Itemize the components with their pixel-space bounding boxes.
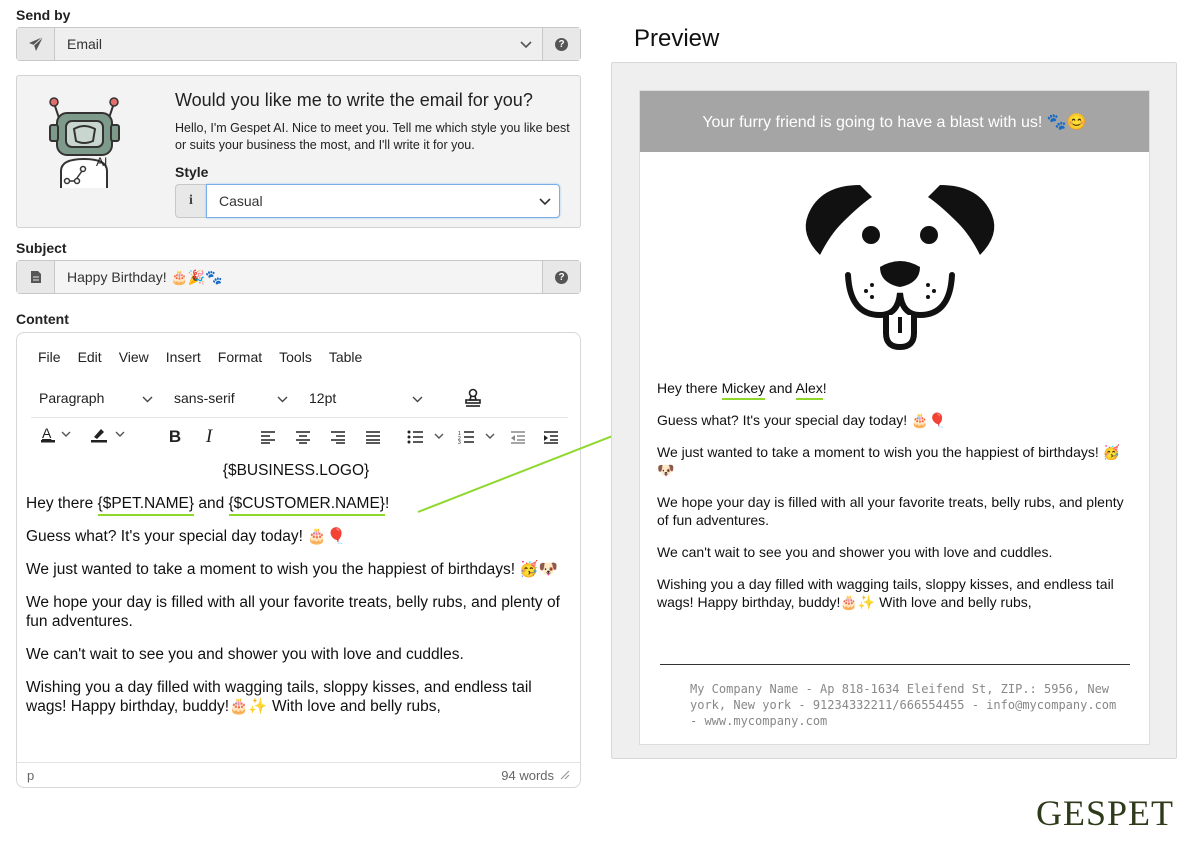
font-family-value: sans-serif <box>174 390 235 406</box>
align-justify-icon[interactable] <box>363 423 383 451</box>
menu-format[interactable]: Format <box>218 349 262 365</box>
align-center-icon[interactable] <box>293 423 313 451</box>
menu-view[interactable]: View <box>119 349 149 365</box>
preview-paragraph-4: We hope your day is filled with all your… <box>657 494 1124 528</box>
preview-paragraph-5: We can't wait to see you and shower you … <box>657 544 1053 560</box>
text-color-icon: A <box>40 425 74 449</box>
chevron-down-icon <box>520 36 532 52</box>
content-label: Content <box>16 311 69 327</box>
robot-badge: AI <box>96 155 108 169</box>
paragraph-5: We can't wait to see you and shower you … <box>26 646 464 663</box>
menu-table[interactable]: Table <box>329 349 362 365</box>
preview-customer-name: Alex <box>795 380 823 400</box>
subject-label: Subject <box>16 240 67 256</box>
menu-file[interactable]: File <box>38 349 61 365</box>
preview-greeting-prefix: Hey there <box>657 380 722 396</box>
footer-divider <box>660 664 1130 665</box>
preview-panel: Your furry friend is going to have a bla… <box>611 62 1177 759</box>
email-body: Hey there Mickey and Alex! Guess what? I… <box>657 379 1135 625</box>
chevron-down-icon <box>142 390 153 406</box>
menu-tools[interactable]: Tools <box>279 349 312 365</box>
document-icon <box>17 261 55 293</box>
style-value: Casual <box>219 193 263 209</box>
question-icon: ? <box>555 37 568 51</box>
question-icon: ? <box>555 270 568 284</box>
send-by-label: Send by <box>16 7 71 23</box>
font-family-select[interactable]: sans-serif <box>166 383 296 413</box>
svg-text:A: A <box>42 426 52 441</box>
preview-greeting-mid: and <box>765 380 796 396</box>
customer-name-variable: {$CUSTOMER.NAME} <box>228 495 385 516</box>
menu-insert[interactable]: Insert <box>166 349 201 365</box>
block-format-select[interactable]: Paragraph <box>31 383 161 413</box>
email-header: Your furry friend is going to have a bla… <box>640 91 1149 152</box>
subject-help-button[interactable]: ? <box>542 261 580 293</box>
element-path[interactable]: p <box>27 768 34 783</box>
preview-title: Preview <box>634 25 720 52</box>
resize-handle-icon[interactable] <box>560 768 570 783</box>
preview-greeting-suffix: ! <box>822 380 827 396</box>
email-preview-card: Your furry friend is going to have a bla… <box>639 90 1150 745</box>
block-format-value: Paragraph <box>39 390 105 406</box>
subject-field[interactable]: Happy Birthday! 🎂🎉🐾 ? <box>16 260 581 294</box>
editor-statusbar: p 94 words <box>17 762 580 787</box>
greeting-suffix: ! <box>384 495 390 512</box>
bold-icon[interactable]: B <box>165 423 185 451</box>
align-right-icon[interactable] <box>328 423 348 451</box>
menu-edit[interactable]: Edit <box>78 349 102 365</box>
gespet-logo: GESPET <box>1036 793 1175 833</box>
preview-greeting: Hey there Mickey and Alex! <box>657 379 1135 400</box>
preview-paragraph-2: Guess what? It's your special day today!… <box>657 412 946 428</box>
send-by-value: Email <box>67 36 103 52</box>
chevron-down-icon <box>277 390 288 406</box>
paper-plane-icon <box>17 28 55 60</box>
ai-description: Hello, I'm Gespet AI. Nice to meet you. … <box>175 121 570 152</box>
greeting-mid: and <box>194 495 229 512</box>
word-count[interactable]: 94 words <box>501 768 554 783</box>
subject-value: Happy Birthday! 🎂🎉🐾 <box>67 268 223 285</box>
highlighter-icon <box>90 426 128 449</box>
dog-logo-icon <box>800 175 1000 355</box>
chevron-down-icon <box>539 193 551 209</box>
font-size-value: 12pt <box>309 390 337 406</box>
paragraph-3: We just wanted to take a moment to wish … <box>26 561 558 578</box>
paragraph-2: Guess what? It's your special day today!… <box>26 528 346 545</box>
ai-title: Would you like me to write the email for… <box>175 90 533 110</box>
pet-name-variable: {$PET.NAME} <box>97 495 195 516</box>
email-header-text: Your furry friend is going to have a bla… <box>702 113 1087 131</box>
ai-robot-icon: AI <box>47 93 122 188</box>
editor-menubar: File Edit View Insert Format Tools Table <box>38 349 379 365</box>
email-footer: My Company Name - Ap 818-1634 Eleifend S… <box>690 682 1117 728</box>
send-by-help-button[interactable]: ? <box>542 28 580 60</box>
paragraph-6: Wishing you a day filled with wagging ta… <box>26 679 532 715</box>
send-by-select[interactable]: Email ? <box>16 27 581 61</box>
preview-paragraph-3: We just wanted to take a moment to wish … <box>657 444 1121 478</box>
preview-paragraph-6: Wishing you a day filled with wagging ta… <box>657 576 1114 610</box>
ai-writer-panel: AI Would you like me to write the email … <box>16 75 581 228</box>
paragraph-4: We hope your day is filled with all your… <box>26 594 560 630</box>
info-icon: i <box>175 184 206 218</box>
style-select[interactable]: i Casual <box>175 184 560 218</box>
greeting-prefix: Hey there <box>26 495 98 512</box>
preview-pet-name: Mickey <box>721 380 766 400</box>
style-label: Style <box>175 164 209 180</box>
text-color-button[interactable]: A <box>37 423 77 451</box>
italic-icon[interactable]: I <box>199 423 219 451</box>
highlight-color-button[interactable] <box>87 423 131 451</box>
align-left-icon[interactable] <box>258 423 278 451</box>
